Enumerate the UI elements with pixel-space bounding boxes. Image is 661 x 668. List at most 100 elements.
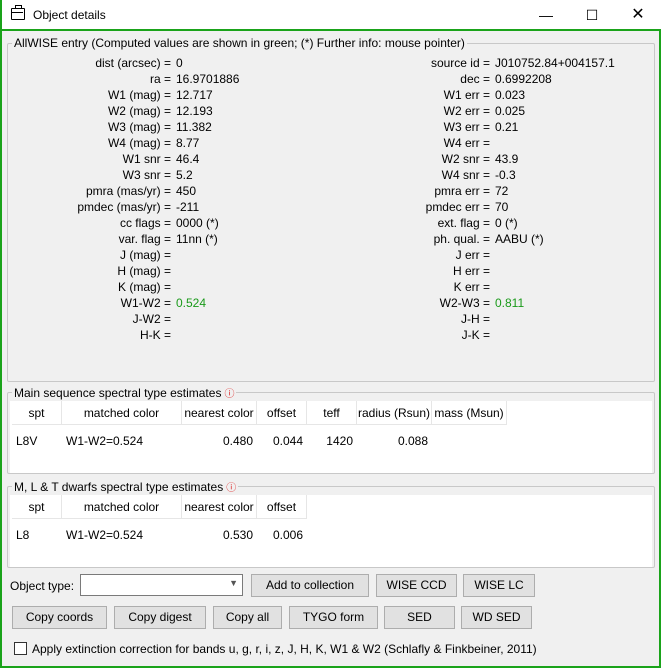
add-to-collection-button[interactable]: Add to collection: [251, 574, 369, 597]
right-field-value[interactable]: AABU (*): [495, 231, 544, 247]
left-field-value[interactable]: 450: [176, 183, 196, 199]
left-field-value[interactable]: 0.524: [176, 295, 206, 311]
right-field-label: J err =: [455, 248, 490, 262]
window-icon: [11, 5, 25, 20]
left-field-value[interactable]: 12.193: [176, 103, 213, 119]
left-field-label: K (mag) =: [117, 280, 171, 294]
right-field-value[interactable]: 0.6992208: [495, 71, 552, 87]
wise-ccd-button[interactable]: WISE CCD: [376, 574, 457, 597]
left-field-label: W1-W2 =: [120, 296, 171, 310]
mlt-dwarfs-group: M, L & T dwarfs spectral type estimates ⓘ…: [7, 479, 655, 568]
left-field-label: W4 (mag) =: [107, 136, 171, 150]
right-field-label: W3 err =: [443, 120, 490, 134]
left-field-label: H-K =: [139, 328, 171, 342]
left-field-value[interactable]: 0000 (*): [176, 215, 219, 231]
column-header[interactable]: spt: [12, 401, 62, 425]
right-field-value[interactable]: 0 (*): [495, 215, 518, 231]
table-cell[interactable]: 0.530: [186, 527, 253, 543]
right-field-label: W4 snr =: [441, 168, 490, 182]
right-field-value[interactable]: 0.21: [495, 119, 518, 135]
right-field-label: dec =: [460, 72, 490, 86]
left-field-value[interactable]: 8.77: [176, 135, 199, 151]
extinction-checkbox[interactable]: [14, 642, 27, 655]
table-cell[interactable]: L8: [16, 527, 58, 543]
column-header[interactable]: offset: [257, 495, 307, 519]
wd-sed-button[interactable]: WD SED: [461, 606, 532, 629]
right-field-label: W2-W3 =: [439, 296, 490, 310]
allwise-group: AllWISE entry (Computed values are shown…: [7, 36, 655, 382]
object-details-window: Object details — ☐ ✕ AllWISE entry (Comp…: [0, 0, 661, 668]
right-field-label: W2 snr =: [441, 152, 490, 166]
main-sequence-table[interactable]: spt matched color nearest color offset teff r…: [10, 401, 652, 473]
right-field-value[interactable]: 70: [495, 199, 508, 215]
info-icon[interactable]: ⓘ: [226, 483, 236, 494]
right-field-label: source id =: [430, 56, 490, 70]
maximize-button[interactable]: ☐: [569, 0, 615, 30]
right-field-value[interactable]: 72: [495, 183, 508, 199]
right-field-value[interactable]: 0.025: [495, 103, 525, 119]
column-header[interactable]: spt: [12, 495, 62, 519]
right-field-value[interactable]: -0.3: [495, 167, 516, 183]
left-field-label: W1 (mag) =: [107, 88, 171, 102]
table-cell[interactable]: L8V: [16, 433, 58, 449]
right-field-value[interactable]: 0.811: [495, 295, 524, 311]
table-cell[interactable]: W1-W2=0.524: [66, 433, 178, 449]
left-field-value[interactable]: 0: [176, 55, 183, 71]
column-header[interactable]: teff: [307, 401, 357, 425]
tygo-form-button[interactable]: TYGO form: [289, 606, 378, 629]
right-field-label: J-H =: [460, 312, 490, 326]
left-field-label: dist (arcsec) =: [95, 56, 171, 70]
table-cell[interactable]: 0.088: [361, 433, 428, 449]
left-field-value[interactable]: -211: [176, 199, 199, 215]
column-header[interactable]: nearest color: [182, 495, 257, 519]
main-sequence-group: Main sequence spectral type estimates ⓘ s…: [7, 385, 655, 474]
copy-coords-button[interactable]: Copy coords: [12, 606, 107, 629]
right-field-label: H err =: [452, 264, 490, 278]
object-type-select[interactable]: ▼: [80, 574, 243, 596]
left-field-label: pmdec (mas/yr) =: [77, 200, 171, 214]
table-cell[interactable]: [436, 433, 503, 449]
wise-lc-button[interactable]: WISE LC: [463, 574, 535, 597]
column-header[interactable]: mass (Msun): [432, 401, 507, 425]
right-field-value[interactable]: 43.9: [495, 151, 518, 167]
mlt-dwarfs-table[interactable]: spt matched color nearest color offset L8 W1-…: [10, 495, 652, 567]
sed-button[interactable]: SED: [384, 606, 455, 629]
left-field-value[interactable]: 11nn (*): [176, 231, 218, 247]
left-field-label: pmra (mas/yr) =: [85, 184, 171, 198]
column-header[interactable]: radius (Rsun): [357, 401, 432, 425]
left-field-value[interactable]: 5.2: [176, 167, 193, 183]
extinction-label: Apply extinction correction for bands u,…: [32, 642, 537, 656]
copy-digest-button[interactable]: Copy digest: [114, 606, 206, 629]
left-field-label: W3 (mag) =: [107, 120, 171, 134]
column-header[interactable]: offset: [257, 401, 307, 425]
right-field-label: W2 err =: [443, 104, 490, 118]
left-field-label: H (mag) =: [117, 264, 171, 278]
right-field-value[interactable]: J010752.84+004157.1: [495, 55, 615, 71]
table-cell[interactable]: 0.480: [186, 433, 253, 449]
table-cell[interactable]: W1-W2=0.524: [66, 527, 178, 543]
left-field-label: W3 snr =: [122, 168, 171, 182]
left-field-value[interactable]: 11.382: [176, 119, 212, 135]
close-button[interactable]: ✕: [615, 0, 661, 30]
copy-all-button[interactable]: Copy all: [213, 606, 282, 629]
right-field-value[interactable]: 0.023: [495, 87, 525, 103]
right-field-label: pmra err =: [434, 184, 490, 198]
column-header[interactable]: matched color: [62, 495, 182, 519]
title-bar: Object details — ☐ ✕: [2, 0, 661, 31]
left-field-value[interactable]: 46.4: [176, 151, 199, 167]
minimize-button[interactable]: —: [523, 0, 569, 30]
right-field-label: pmdec err =: [425, 200, 490, 214]
left-field-label: ra =: [149, 72, 171, 86]
table-cell[interactable]: 1420: [311, 433, 353, 449]
table-cell[interactable]: 0.006: [261, 527, 303, 543]
right-field-label: W4 err =: [443, 136, 490, 150]
column-header[interactable]: matched color: [62, 401, 182, 425]
chevron-down-icon: ▼: [229, 578, 238, 588]
column-header[interactable]: nearest color: [182, 401, 257, 425]
left-field-value[interactable]: 12.717: [176, 87, 213, 103]
left-field-value[interactable]: 16.9701886: [176, 71, 239, 87]
right-field-label: ph. qual. =: [433, 232, 490, 246]
left-field-label: W2 (mag) =: [107, 104, 171, 118]
info-icon[interactable]: ⓘ: [224, 389, 234, 400]
table-cell[interactable]: 0.044: [261, 433, 303, 449]
